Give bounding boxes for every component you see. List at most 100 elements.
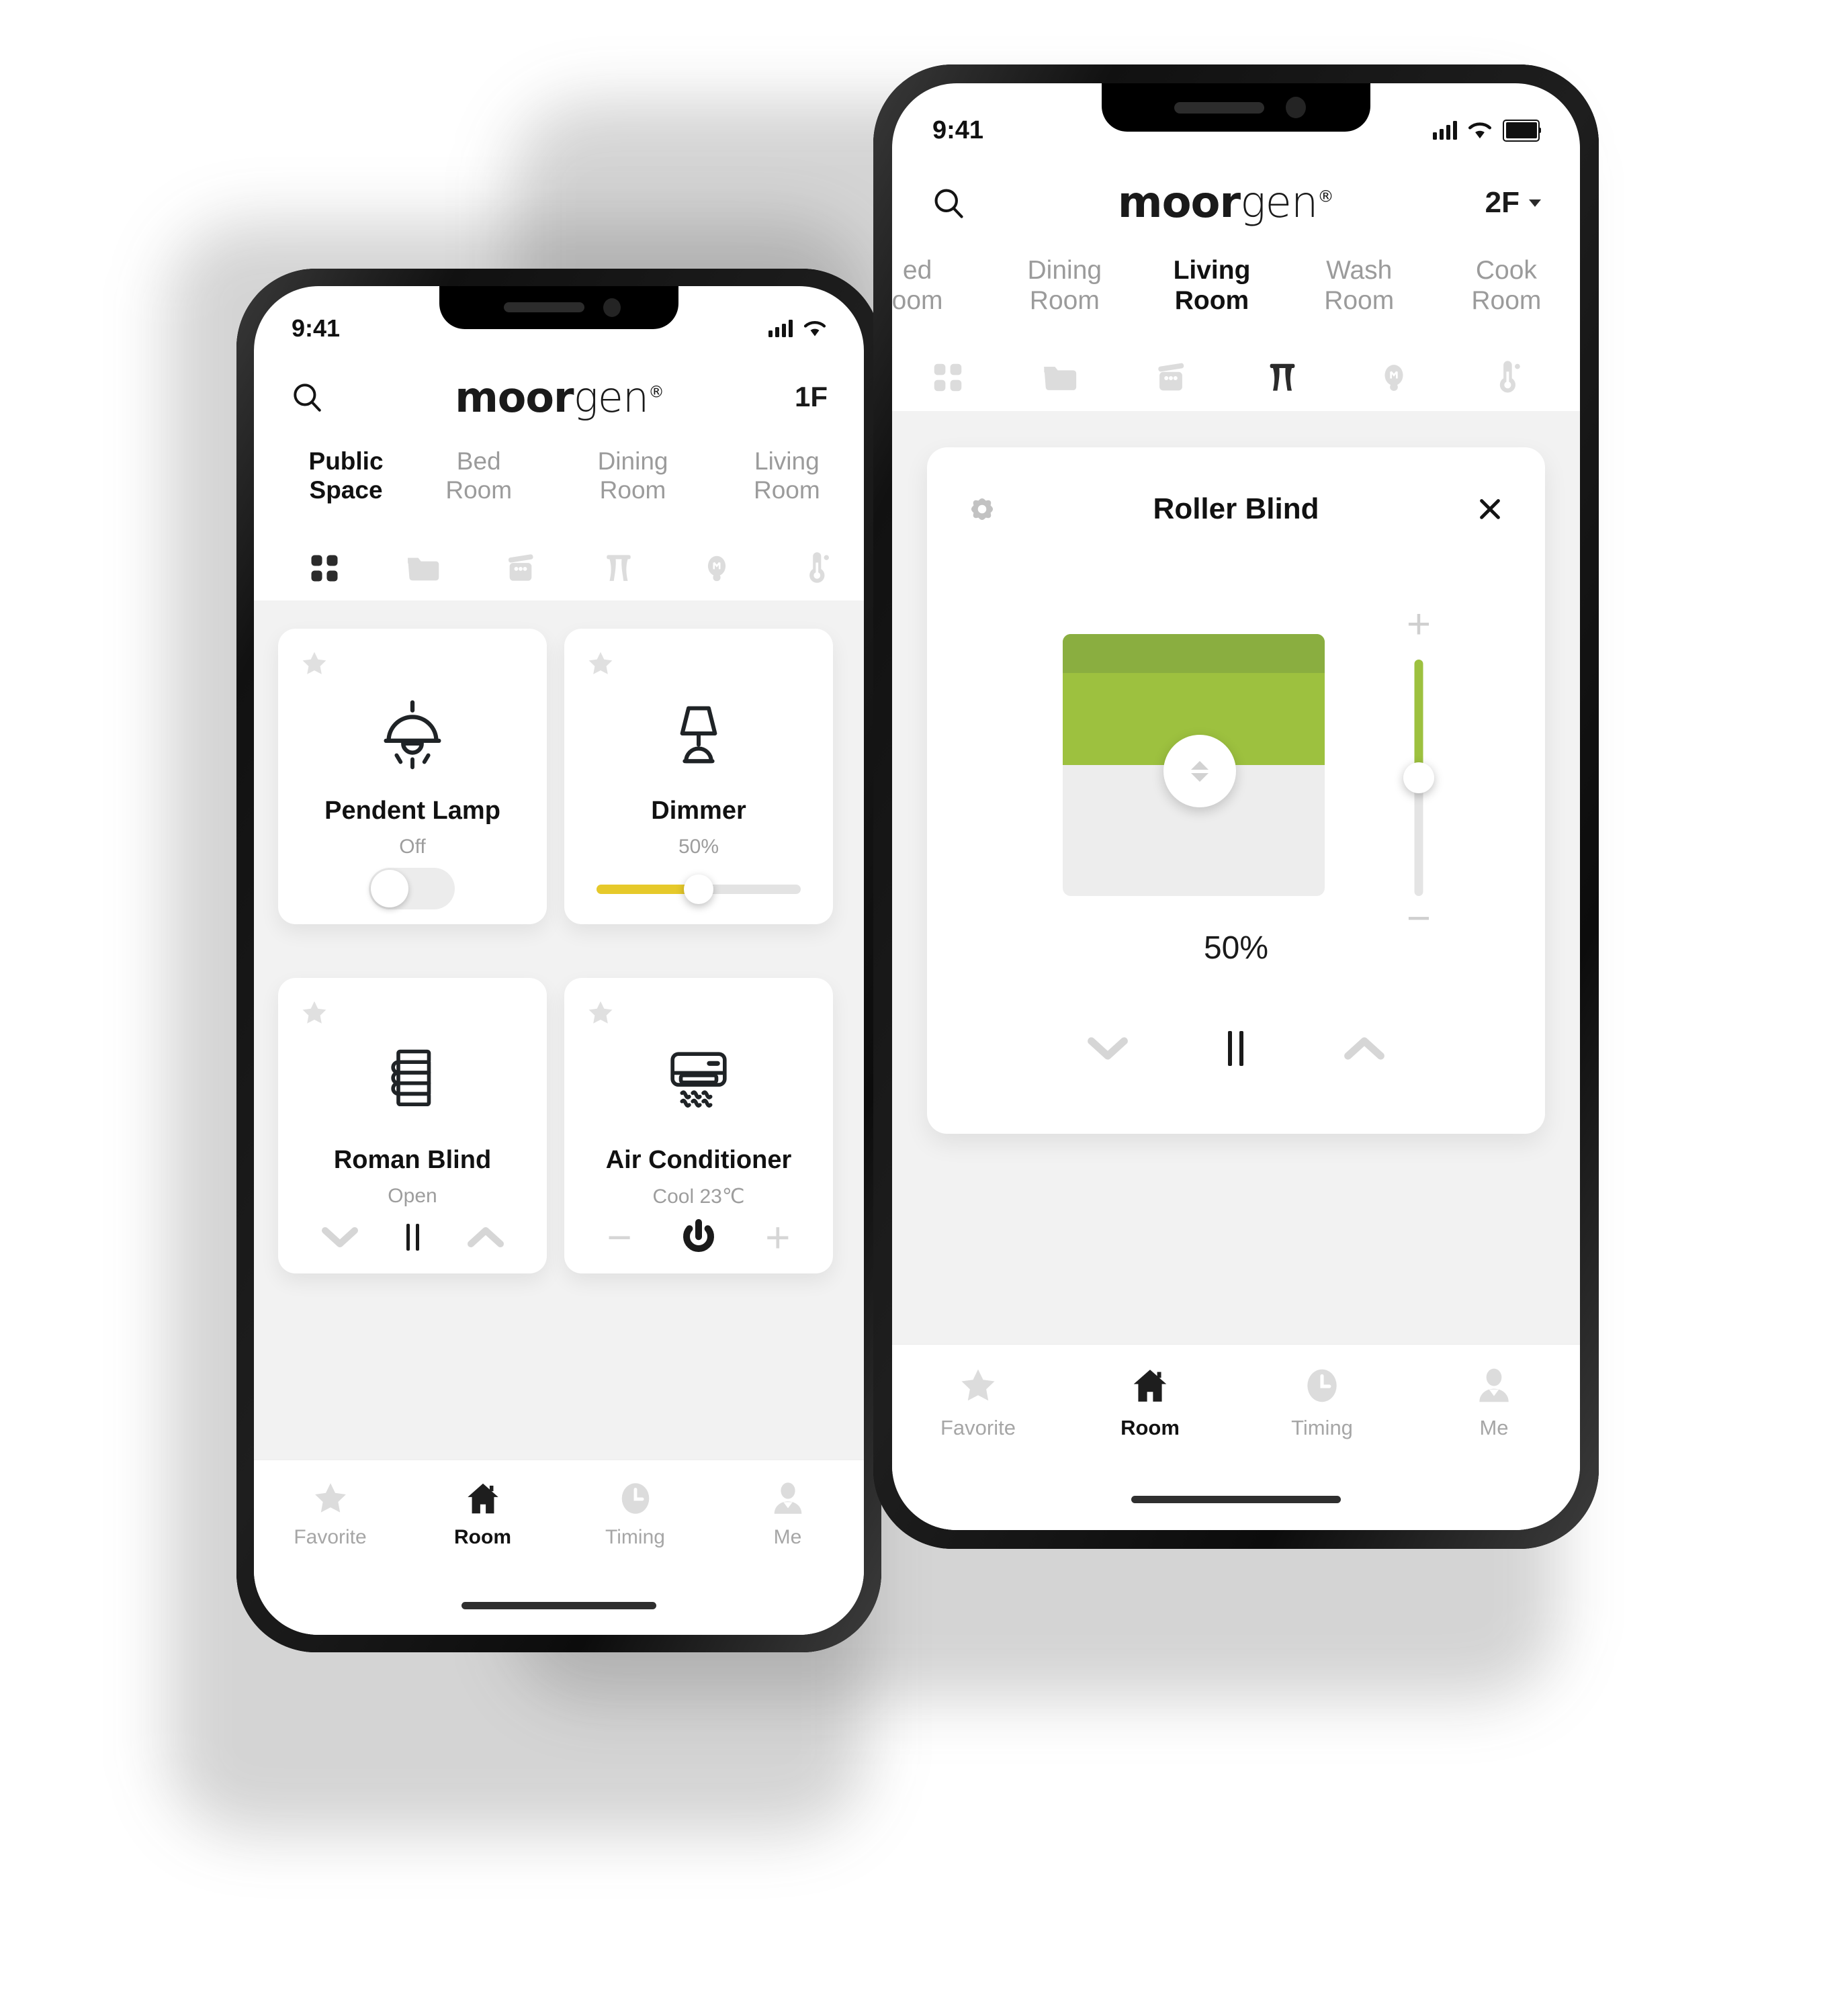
category-tab-curtain[interactable] bbox=[570, 536, 668, 600]
gear-icon[interactable] bbox=[965, 492, 1000, 527]
category-tab-appliance[interactable] bbox=[472, 536, 570, 600]
roman-blind-icon bbox=[278, 1040, 547, 1115]
tab-room[interactable]: Room bbox=[1064, 1365, 1236, 1440]
device-card-air-conditioner[interactable]: Air Conditioner Cool 23℃ − + bbox=[564, 978, 833, 1273]
star-icon[interactable] bbox=[300, 649, 329, 678]
minus-icon[interactable]: − bbox=[607, 1216, 632, 1259]
tab-favorite[interactable]: Favorite bbox=[892, 1365, 1064, 1440]
power-icon[interactable] bbox=[680, 1218, 717, 1256]
screenshot-canvas: 9:41 moorgen® 1F Public Space Bed Room D… bbox=[0, 0, 1848, 2015]
home-icon bbox=[1133, 1370, 1167, 1402]
signal-bars-icon bbox=[768, 320, 793, 337]
floor-selector[interactable]: 2F bbox=[1485, 186, 1541, 220]
tab-timing[interactable]: Timing bbox=[559, 1479, 711, 1549]
plus-icon[interactable]: + bbox=[1407, 604, 1431, 645]
category-tab-folder[interactable] bbox=[1004, 344, 1115, 411]
up-arrow-part bbox=[1191, 772, 1208, 782]
left-tab-bar: Favorite Room Timing Me bbox=[254, 1460, 864, 1635]
appliance-icon bbox=[508, 554, 533, 581]
left-phone-glass: 9:41 moorgen® 1F Public Space Bed Room D… bbox=[254, 286, 864, 1635]
roller-blind-controls bbox=[927, 1018, 1545, 1079]
clock-icon bbox=[621, 1483, 649, 1514]
tab-me[interactable]: Me bbox=[1408, 1365, 1580, 1440]
category-tab-grid[interactable] bbox=[892, 344, 1004, 411]
brand-registered-mark: ® bbox=[648, 382, 664, 401]
category-tab-thermometer[interactable] bbox=[1450, 344, 1561, 411]
person-icon bbox=[774, 1482, 801, 1514]
search-icon[interactable] bbox=[290, 380, 324, 414]
brightness-slider[interactable] bbox=[597, 873, 801, 905]
category-tab-grid[interactable] bbox=[275, 536, 373, 600]
blind-controls bbox=[278, 1210, 547, 1264]
wifi-icon bbox=[1468, 122, 1492, 139]
room-tab-public-space[interactable]: Public Space bbox=[290, 447, 402, 505]
curtain-icon bbox=[607, 555, 631, 581]
room-tab-bed-room[interactable]: Bed Room bbox=[402, 447, 556, 505]
tab-label: Room bbox=[1120, 1416, 1180, 1439]
tab-label: Room bbox=[454, 1526, 511, 1548]
pause-icon[interactable] bbox=[406, 1224, 419, 1251]
battery-icon bbox=[1503, 119, 1540, 142]
room-tab-living-room[interactable]: Living Room bbox=[1138, 255, 1285, 316]
search-icon[interactable] bbox=[931, 185, 966, 220]
home-icon bbox=[467, 1483, 498, 1514]
home-indicator bbox=[461, 1602, 656, 1609]
category-tab-bulb[interactable] bbox=[668, 536, 766, 600]
room-tab-dining-room[interactable]: Dining Room bbox=[991, 255, 1138, 316]
chevron-down-icon[interactable] bbox=[321, 1225, 359, 1249]
tab-room[interactable]: Room bbox=[406, 1479, 559, 1549]
star-icon[interactable] bbox=[586, 649, 615, 678]
right-category-tabs bbox=[892, 344, 1580, 411]
star-icon[interactable] bbox=[300, 998, 329, 1028]
right-status-icons bbox=[1433, 119, 1540, 142]
chevron-up-icon[interactable] bbox=[1344, 1035, 1385, 1062]
right-app-header: moorgen® 2F bbox=[892, 164, 1580, 242]
right-tab-bar: Favorite Room Timing Me bbox=[892, 1344, 1580, 1530]
slider-knob[interactable] bbox=[684, 875, 713, 904]
room-tab-dining-room[interactable]: Dining Room bbox=[556, 447, 709, 505]
tab-label: Timing bbox=[605, 1526, 665, 1548]
blind-level-slider[interactable]: + − bbox=[1378, 604, 1459, 940]
tab-label: Me bbox=[773, 1526, 802, 1548]
device-name: Air Conditioner bbox=[605, 1146, 792, 1174]
floor-selector[interactable]: 1F bbox=[795, 381, 828, 413]
left-status-icons bbox=[768, 320, 826, 337]
star-icon[interactable] bbox=[586, 998, 615, 1028]
plus-icon[interactable]: + bbox=[765, 1216, 790, 1259]
person-icon bbox=[1479, 1368, 1509, 1402]
category-tab-bulb[interactable] bbox=[1338, 344, 1450, 411]
tab-label: Me bbox=[1479, 1416, 1509, 1439]
room-tab-bed-room[interactable]: ed oom bbox=[892, 255, 991, 316]
device-state: 50% bbox=[678, 836, 719, 858]
tab-favorite[interactable]: Favorite bbox=[254, 1479, 406, 1549]
category-tab-curtain[interactable] bbox=[1227, 344, 1338, 411]
vslider-knob[interactable] bbox=[1403, 762, 1434, 793]
device-card-dimmer[interactable]: Dimmer 50% bbox=[564, 629, 833, 924]
chevron-down-icon bbox=[1528, 199, 1541, 207]
blind-shade-top-band bbox=[1063, 634, 1325, 673]
brand-logo: moorgen® bbox=[455, 373, 664, 422]
tab-me[interactable]: Me bbox=[711, 1479, 864, 1549]
tab-timing[interactable]: Timing bbox=[1236, 1365, 1408, 1440]
panel-title: Roller Blind bbox=[1153, 492, 1319, 525]
chevron-down-icon[interactable] bbox=[1087, 1035, 1129, 1062]
room-tab-living-room[interactable]: Living Room bbox=[710, 447, 864, 505]
category-tab-folder[interactable] bbox=[373, 536, 472, 600]
room-tab-wash-room[interactable]: Wash Room bbox=[1286, 255, 1433, 316]
device-card-pendent-lamp[interactable]: Pendent Lamp Off bbox=[278, 629, 547, 924]
folder-icon bbox=[1044, 367, 1077, 390]
power-toggle[interactable] bbox=[369, 868, 455, 909]
device-name: Pendent Lamp bbox=[324, 797, 500, 825]
device-state: Open bbox=[388, 1185, 437, 1207]
chevron-up-icon[interactable] bbox=[467, 1225, 504, 1249]
device-card-roman-blind[interactable]: Roman Blind Open bbox=[278, 978, 547, 1273]
category-tab-thermometer[interactable] bbox=[766, 536, 864, 600]
star-icon bbox=[314, 1483, 346, 1513]
left-earpiece-speaker bbox=[504, 302, 584, 312]
pause-icon[interactable] bbox=[1228, 1031, 1244, 1066]
floor-label: 2F bbox=[1485, 186, 1520, 219]
category-tab-appliance[interactable] bbox=[1115, 344, 1227, 411]
close-icon[interactable] bbox=[1472, 492, 1507, 527]
room-tab-cook-room[interactable]: Cook Room bbox=[1433, 255, 1580, 316]
blind-drag-handle[interactable] bbox=[1163, 735, 1236, 807]
